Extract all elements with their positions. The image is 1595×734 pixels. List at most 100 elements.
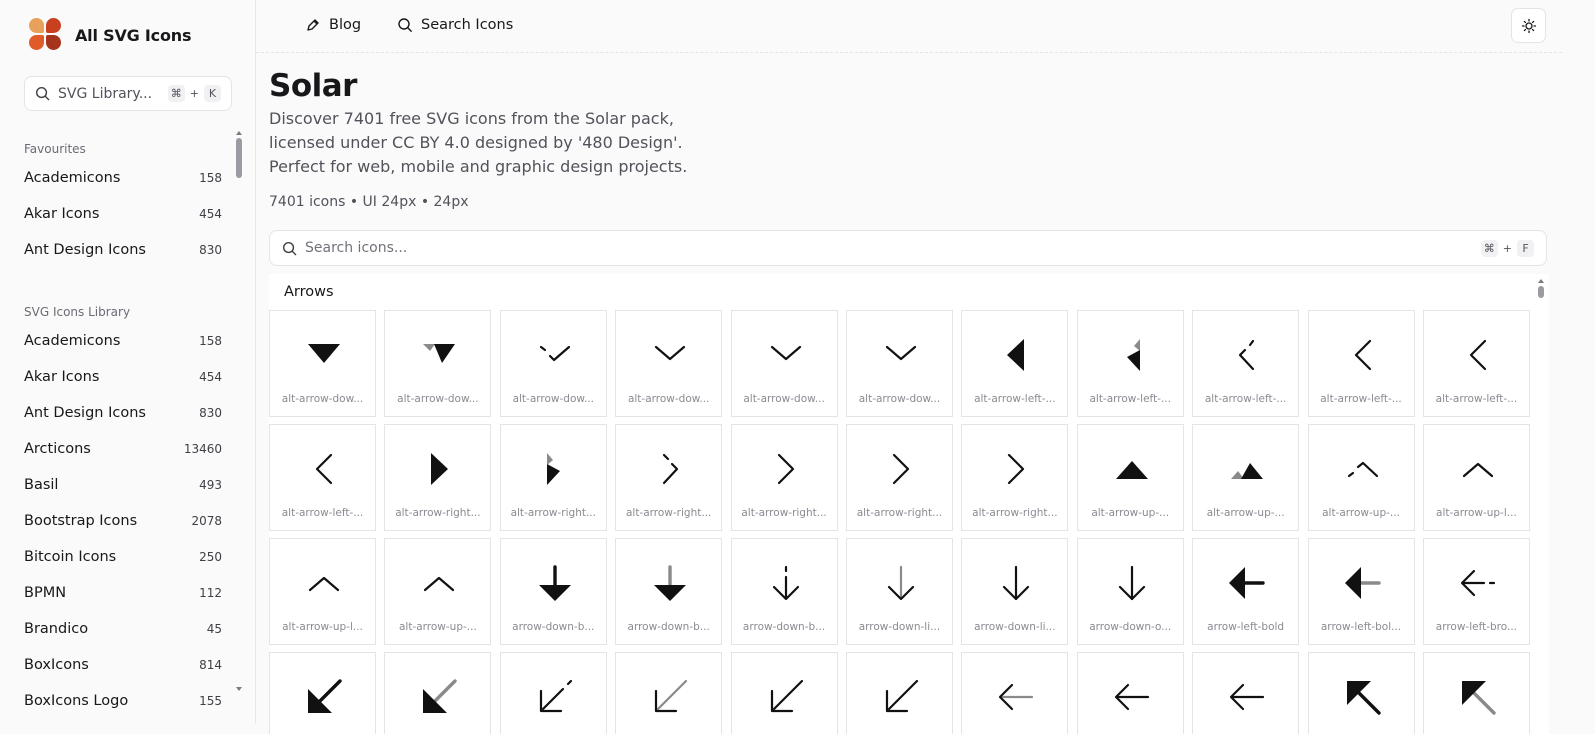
- app-logo[interactable]: All SVG Icons: [29, 18, 191, 52]
- page-scrollbar[interactable]: [1562, 0, 1595, 724]
- icon-card[interactable]: alt-arrow-dow...: [845, 310, 953, 417]
- icon-card-label: arrow-down-o...: [1089, 621, 1172, 633]
- icon-card[interactable]: alt-arrow-left-...: [1422, 310, 1530, 417]
- sidebar-item-count: 493: [199, 478, 222, 492]
- sidebar-item-label: Academicons: [24, 170, 121, 186]
- icon-card-label: alt-arrow-left-...: [281, 507, 364, 519]
- icon-card[interactable]: arrow-left-bro...: [1422, 538, 1530, 645]
- icon-card[interactable]: alt-arrow-dow...: [269, 310, 376, 417]
- tri-down-bold-icon: [308, 344, 340, 363]
- icon-card[interactable]: alt-arrow-up-...: [384, 538, 492, 645]
- sidebar-item-academicons[interactable]: Academicons 158: [24, 160, 246, 196]
- icon-card[interactable]: [1422, 652, 1530, 734]
- sidebar-item-count: 13460: [183, 442, 222, 456]
- icon-card-label: alt-arrow-dow...: [743, 393, 825, 405]
- icon-card[interactable]: alt-arrow-right...: [384, 424, 492, 531]
- icon-card[interactable]: alt-arrow-left-...: [1307, 310, 1415, 417]
- icon-card[interactable]: [845, 652, 953, 734]
- icon-card[interactable]: [1076, 652, 1184, 734]
- icon-card[interactable]: arrow-down-o...: [1076, 538, 1184, 645]
- nav-blog-link[interactable]: Blog: [305, 14, 361, 36]
- icon-card[interactable]: alt-arrow-up-l...: [269, 538, 376, 645]
- icon-card-label: alt-arrow-right...: [856, 507, 943, 519]
- arrow-down-broken-icon: [772, 565, 799, 601]
- icon-card[interactable]: [615, 652, 723, 734]
- icon-card-label: arrow-down-li...: [858, 621, 941, 633]
- arrow-left-bold-duotone-icon: [1344, 567, 1381, 599]
- scroll-up-icon[interactable]: [1538, 278, 1544, 284]
- scroll-down-icon[interactable]: [236, 686, 242, 692]
- grid-scroll-thumb[interactable]: [1538, 286, 1544, 298]
- theme-toggle-button[interactable]: [1511, 8, 1546, 43]
- chev-left-icon: [1354, 339, 1371, 371]
- arrow-dl-line-icon: [770, 679, 803, 713]
- icon-card[interactable]: alt-arrow-left-...: [1076, 310, 1184, 417]
- sidebar-item-akar-icons[interactable]: Akar Icons 454: [24, 196, 246, 232]
- icon-card[interactable]: arrow-down-b...: [615, 538, 723, 645]
- icon-card[interactable]: [1192, 652, 1300, 734]
- icon-card[interactable]: [269, 652, 376, 734]
- scroll-up-icon[interactable]: [236, 130, 242, 136]
- arrow-ul-bold-duotone-icon: [1461, 681, 1496, 715]
- sidebar-item-count: 830: [199, 406, 222, 420]
- icon-card[interactable]: [384, 652, 492, 734]
- icon-card[interactable]: alt-arrow-right...: [499, 424, 607, 531]
- sidebar-item-bitcoin-icons[interactable]: Bitcoin Icons 250: [24, 539, 246, 575]
- icon-card[interactable]: alt-arrow-left-...: [1192, 310, 1300, 417]
- icon-card-label: arrow-down-b...: [742, 621, 826, 633]
- sidebar-item-boxicons[interactable]: BoxIcons 814: [24, 647, 246, 683]
- icon-card[interactable]: alt-arrow-up-...: [1192, 424, 1300, 531]
- sidebar-item-brandico[interactable]: Brandico 45: [24, 611, 246, 647]
- logo-icon: [29, 18, 63, 52]
- sidebar-item-akar-icons[interactable]: Akar Icons 454: [24, 359, 246, 395]
- icon-card-label: alt-arrow-left-...: [1320, 393, 1402, 405]
- nav-search-icons-link[interactable]: Search Icons: [397, 14, 513, 36]
- chev-up-icon: [1462, 462, 1494, 478]
- icon-grid: alt-arrow-dow... alt-arrow-dow... alt-arro…: [269, 310, 1530, 734]
- icon-card[interactable]: alt-arrow-up-l...: [1422, 424, 1530, 531]
- icon-card[interactable]: arrow-down-b...: [730, 538, 838, 645]
- category-title: Arrows: [284, 284, 334, 300]
- icon-card[interactable]: arrow-down-li...: [961, 538, 1069, 645]
- icon-card-label: arrow-left-bol...: [1320, 621, 1402, 633]
- icon-card[interactable]: alt-arrow-left-...: [269, 424, 376, 531]
- sidebar-item-basil[interactable]: Basil 493: [24, 467, 246, 503]
- icon-card[interactable]: alt-arrow-up-...: [1307, 424, 1415, 531]
- icon-card[interactable]: [961, 652, 1069, 734]
- sidebar-item-arcticons[interactable]: Arcticons 13460: [24, 431, 246, 467]
- icon-card[interactable]: [730, 652, 838, 734]
- sidebar-scroll-thumb[interactable]: [236, 138, 242, 178]
- chev-right-icon: [777, 453, 794, 485]
- icon-card[interactable]: alt-arrow-right...: [615, 424, 723, 531]
- library-search-input[interactable]: SVG Library... ⌘ + K: [24, 76, 232, 111]
- arrow-left-line-duotone-icon: [999, 683, 1034, 711]
- icon-card[interactable]: alt-arrow-dow...: [384, 310, 492, 417]
- sidebar-scroll-area: Favourites Academicons 158 Akar Icons 454 An…: [0, 128, 246, 708]
- sidebar-item-bootstrap-icons[interactable]: Bootstrap Icons 2078: [24, 503, 246, 539]
- sidebar-item-boxicons-logo[interactable]: BoxIcons Logo 155: [24, 683, 246, 708]
- icon-card[interactable]: alt-arrow-dow...: [615, 310, 723, 417]
- icon-card[interactable]: alt-arrow-dow...: [499, 310, 607, 417]
- grid-scrollbar[interactable]: [1538, 278, 1544, 734]
- icon-card-label: alt-arrow-right...: [972, 507, 1058, 519]
- icon-card[interactable]: arrow-down-b...: [499, 538, 607, 645]
- icon-card[interactable]: arrow-left-bol...: [1307, 538, 1415, 645]
- sidebar-item-ant-design-icons[interactable]: Ant Design Icons 830: [24, 232, 246, 268]
- icon-card-label: alt-arrow-up-l...: [282, 621, 363, 633]
- icon-card[interactable]: alt-arrow-right...: [961, 424, 1069, 531]
- sidebar-item-ant-design-icons[interactable]: Ant Design Icons 830: [24, 395, 246, 431]
- shortcut-key: F: [1517, 239, 1534, 257]
- icon-card[interactable]: [1307, 652, 1415, 734]
- icon-card[interactable]: alt-arrow-right...: [730, 424, 838, 531]
- sidebar-scrollbar[interactable]: [236, 130, 242, 694]
- icon-card[interactable]: alt-arrow-up-...: [1076, 424, 1184, 531]
- icon-card[interactable]: alt-arrow-left-...: [961, 310, 1069, 417]
- icon-card[interactable]: alt-arrow-dow...: [730, 310, 838, 417]
- icon-card[interactable]: alt-arrow-right...: [845, 424, 953, 531]
- sidebar-item-academicons[interactable]: Academicons 158: [24, 323, 246, 359]
- icon-card[interactable]: arrow-left-bold: [1192, 538, 1300, 645]
- icon-card[interactable]: [499, 652, 607, 734]
- icon-search-input[interactable]: Search icons... ⌘ + F: [269, 230, 1547, 266]
- icon-card[interactable]: arrow-down-li...: [845, 538, 953, 645]
- sidebar-item-bpmn[interactable]: BPMN 112: [24, 575, 246, 611]
